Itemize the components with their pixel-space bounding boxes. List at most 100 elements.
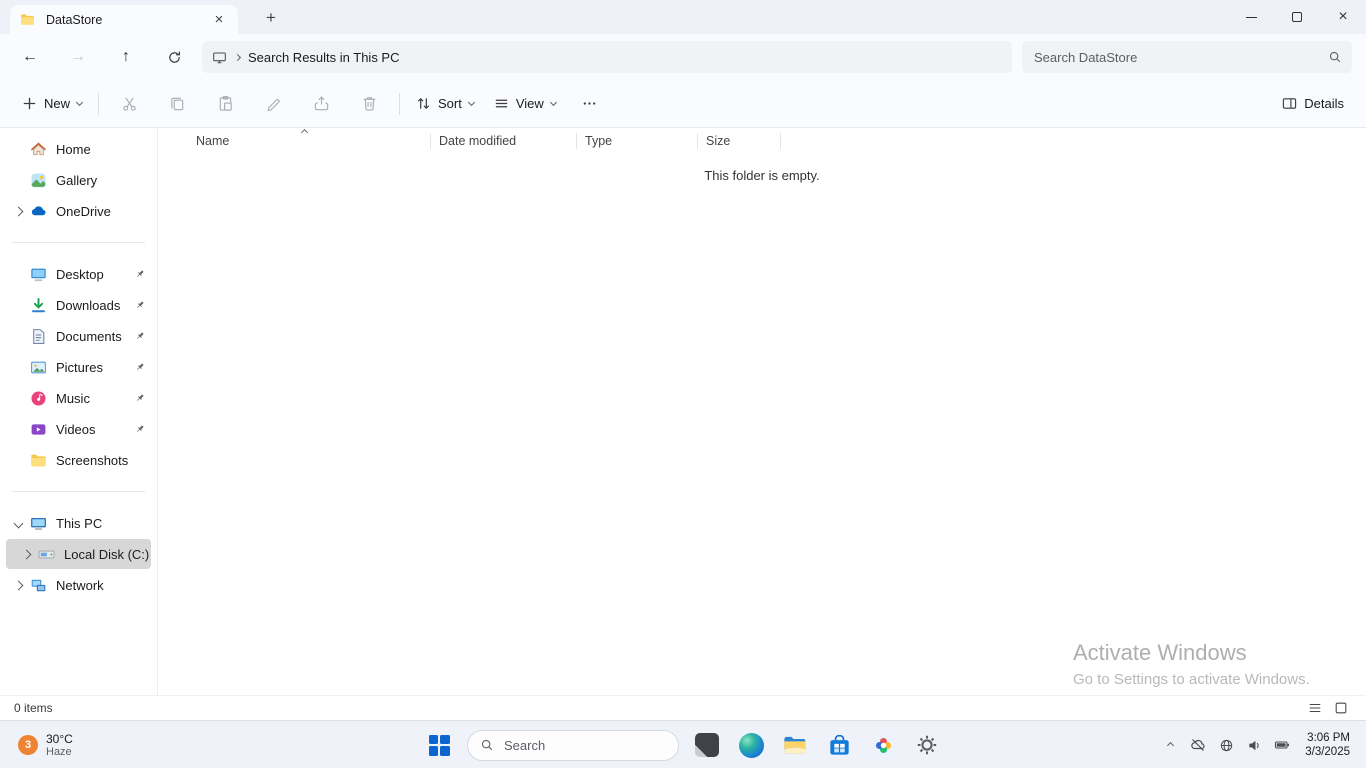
minimize-button[interactable]	[1228, 0, 1274, 34]
onedrive-status-button[interactable]	[1185, 730, 1211, 760]
sidebar-item-label: OneDrive	[56, 204, 111, 219]
battery-button[interactable]	[1269, 730, 1295, 760]
breadcrumb[interactable]: Search Results in This PC	[248, 50, 400, 65]
close-button[interactable]: ×	[1320, 0, 1366, 34]
sidebar-item-downloads[interactable]: Downloads	[6, 290, 151, 320]
search-icon	[480, 738, 494, 752]
column-header-size[interactable]: Size	[698, 128, 780, 153]
navigation-pane: Home Gallery OneDrive Desktop Downloads	[0, 128, 158, 695]
maximize-button[interactable]	[1274, 0, 1320, 34]
sort-button[interactable]: Sort	[406, 87, 484, 121]
taskbar-file-explorer-button[interactable]	[775, 725, 815, 765]
column-header-date-modified[interactable]: Date modified	[431, 128, 576, 153]
paste-button[interactable]	[201, 87, 249, 121]
taskbar-weather-widget[interactable]: 3 30°C Haze	[0, 721, 91, 769]
sidebar-item-onedrive[interactable]: OneDrive	[6, 196, 151, 226]
pin-icon	[134, 268, 147, 281]
ellipsis-icon	[582, 96, 597, 111]
details-view-toggle[interactable]	[1304, 698, 1326, 718]
taskbar-clock[interactable]: 3:06 PM 3/3/2025	[1297, 731, 1358, 759]
sidebar-item-label: Home	[56, 142, 91, 157]
forward-button[interactable]: →	[54, 39, 102, 75]
rename-button[interactable]	[249, 87, 297, 121]
explorer-tab[interactable]: DataStore ×	[10, 5, 238, 34]
pin-icon	[134, 330, 147, 343]
sidebar-item-label: Local Disk (C:)	[64, 547, 149, 562]
sidebar-item-pictures[interactable]: Pictures	[6, 352, 151, 382]
chevron-right-icon	[234, 53, 241, 60]
column-headers: Name Date modified Type Size	[158, 128, 1366, 153]
this-pc-icon	[30, 515, 48, 532]
back-button[interactable]: ←	[6, 39, 54, 75]
share-button[interactable]	[297, 87, 345, 121]
chevron-right-icon[interactable]	[13, 580, 23, 590]
taskbar-settings-button[interactable]	[907, 725, 947, 765]
sidebar-item-screenshots[interactable]: Screenshots	[6, 445, 151, 475]
volume-button[interactable]	[1241, 730, 1267, 760]
folder-icon	[20, 11, 38, 28]
large-icons-view-toggle[interactable]	[1330, 698, 1352, 718]
delete-icon	[361, 95, 378, 112]
music-icon	[30, 390, 48, 407]
explorer-search-input[interactable]	[1032, 49, 1320, 66]
tab-title: DataStore	[46, 13, 102, 27]
sidebar-item-local-disk-c[interactable]: Local Disk (C:)	[6, 539, 151, 569]
sidebar-item-documents[interactable]: Documents	[6, 321, 151, 351]
view-button-label: View	[516, 96, 544, 111]
taskbar: 3 30°C Haze	[0, 720, 1366, 768]
hidden-icons-button[interactable]	[1157, 730, 1183, 760]
copy-button[interactable]	[153, 87, 201, 121]
tab-close-button[interactable]: ×	[210, 11, 228, 28]
sidebar-item-home[interactable]: Home	[6, 134, 151, 164]
microsoft-store-icon	[827, 733, 852, 758]
view-icon	[494, 96, 509, 111]
maximize-icon	[1292, 12, 1302, 22]
activate-windows-watermark: Activate Windows Go to Settings to activ…	[1073, 640, 1310, 688]
cut-button[interactable]	[105, 87, 153, 121]
more-options-button[interactable]	[566, 87, 614, 121]
taskbar-store-button[interactable]	[819, 725, 859, 765]
paste-icon	[217, 95, 234, 112]
up-button[interactable]: ↑	[102, 39, 150, 75]
file-explorer-icon	[782, 732, 808, 758]
network-status-button[interactable]	[1213, 730, 1239, 760]
taskbar-search[interactable]	[467, 730, 679, 761]
taskbar-search-input[interactable]	[502, 737, 666, 754]
new-button[interactable]: New	[12, 87, 92, 121]
photos-icon	[871, 733, 896, 758]
address-bar[interactable]: Search Results in This PC	[202, 41, 1012, 73]
this-pc-icon	[212, 50, 227, 65]
details-pane-button[interactable]: Details	[1272, 87, 1354, 121]
toolbar-divider	[98, 93, 99, 115]
new-tab-button[interactable]: +	[258, 6, 284, 30]
sidebar-item-videos[interactable]: Videos	[6, 414, 151, 444]
delete-button[interactable]	[345, 87, 393, 121]
view-button[interactable]: View	[484, 87, 566, 121]
list-view-icon	[1308, 701, 1322, 715]
sidebar-item-gallery[interactable]: Gallery	[6, 165, 151, 195]
sidebar-item-music[interactable]: Music	[6, 383, 151, 413]
start-button[interactable]	[419, 725, 459, 765]
pin-icon	[134, 423, 147, 436]
system-tray: 3:06 PM 3/3/2025	[1157, 721, 1358, 769]
new-button-label: New	[44, 96, 70, 111]
sidebar-item-network[interactable]: Network	[6, 570, 151, 600]
chevron-down-icon[interactable]	[13, 518, 23, 528]
sidebar-item-desktop[interactable]: Desktop	[6, 259, 151, 289]
command-bar: New Sort View Details	[0, 80, 1366, 128]
taskbar-edge-button[interactable]	[731, 725, 771, 765]
taskbar-photos-button[interactable]	[863, 725, 903, 765]
status-bar: 0 items	[0, 695, 1366, 720]
explorer-search-box[interactable]	[1022, 41, 1352, 73]
sidebar-item-label: Gallery	[56, 173, 97, 188]
chevron-right-icon[interactable]	[13, 206, 23, 216]
chevron-right-icon[interactable]	[21, 549, 31, 559]
taskbar-dark-app-button[interactable]	[687, 725, 727, 765]
refresh-button[interactable]	[150, 39, 198, 75]
column-divider[interactable]	[780, 133, 781, 149]
column-header-name[interactable]: Name	[158, 128, 430, 153]
folder-icon	[30, 452, 48, 469]
home-icon	[30, 141, 48, 158]
sidebar-item-this-pc[interactable]: This PC	[6, 508, 151, 538]
column-header-type[interactable]: Type	[577, 128, 697, 153]
